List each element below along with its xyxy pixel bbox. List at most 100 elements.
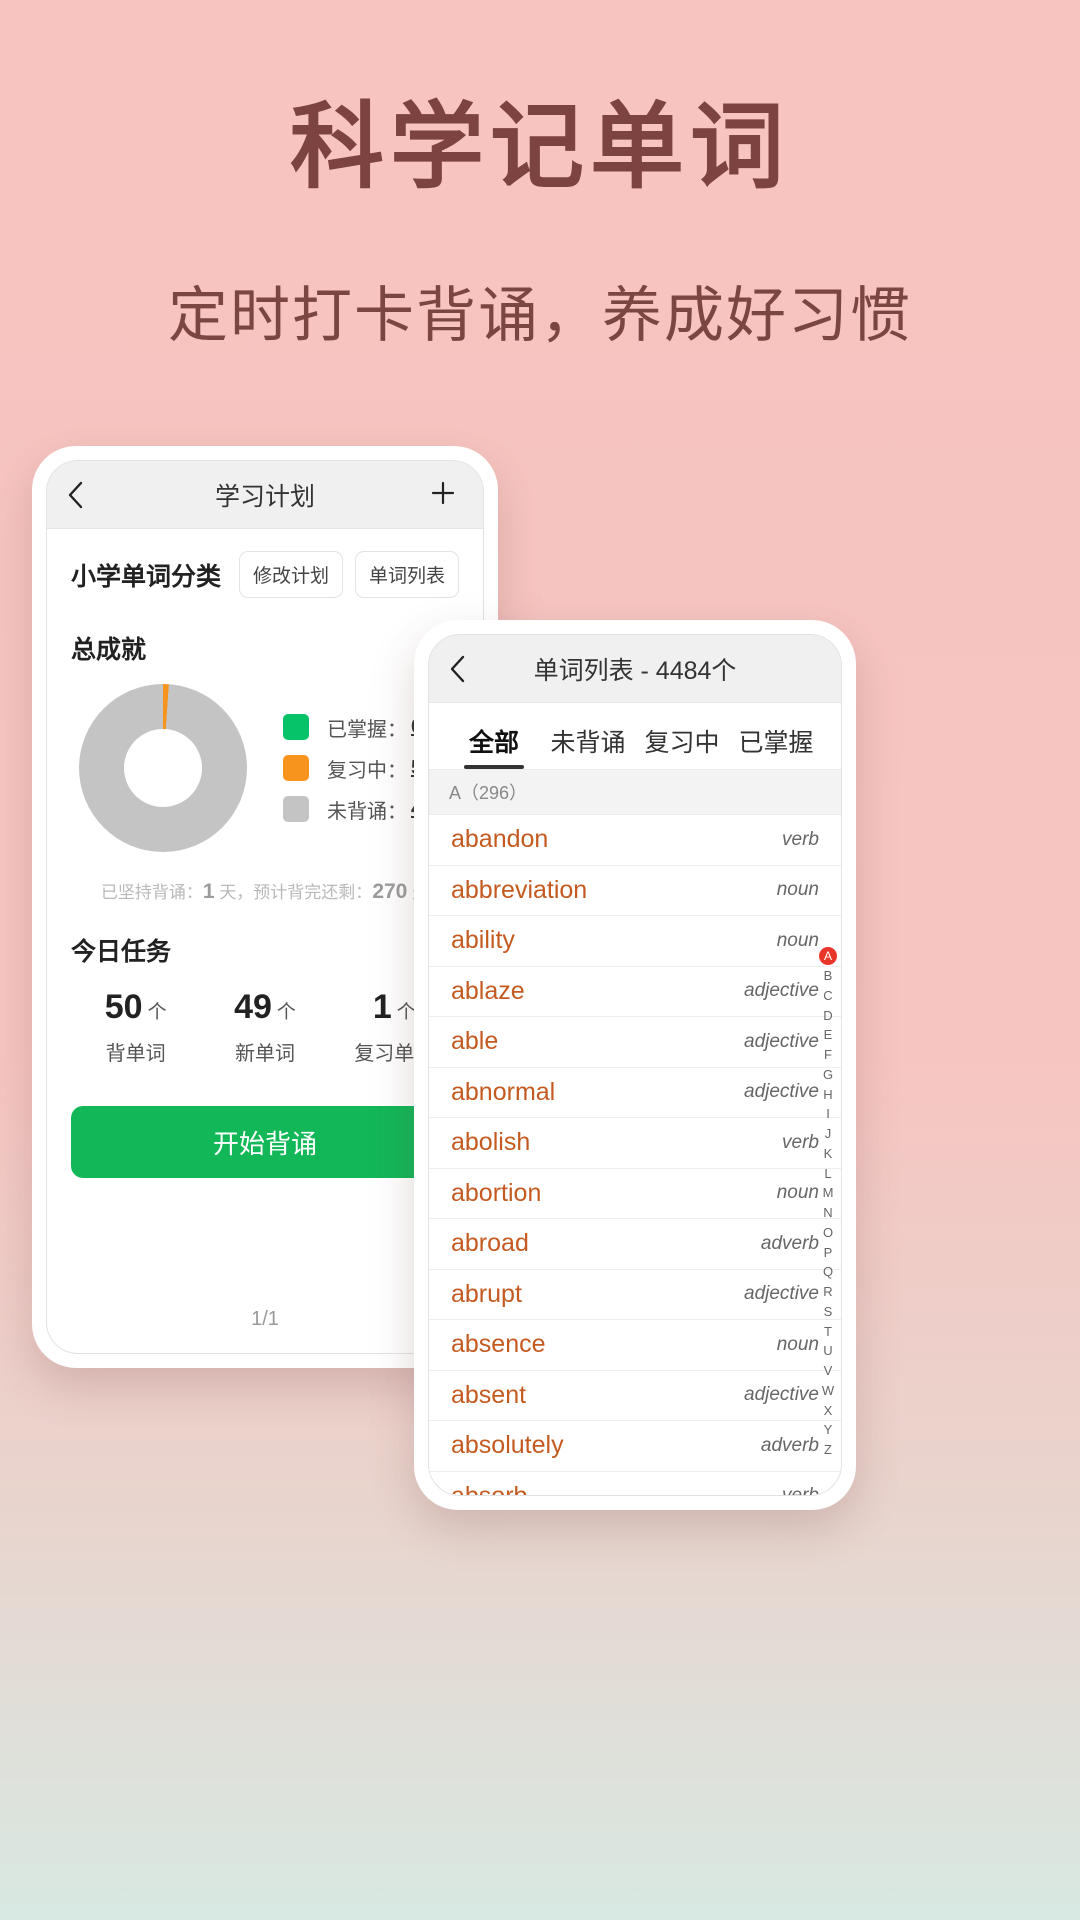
phone-mockup-word-list: 单词列表 - 4484个 全部 未背诵 复习中 已掌握 A（296） aband… bbox=[414, 620, 856, 1510]
index-letter-N[interactable]: N bbox=[823, 1203, 832, 1223]
phone-screen-word-list: 单词列表 - 4484个 全部 未背诵 复习中 已掌握 A（296） aband… bbox=[428, 634, 842, 1496]
index-letter-M[interactable]: M bbox=[823, 1183, 834, 1203]
index-letter-V[interactable]: V bbox=[824, 1361, 833, 1381]
index-letter-T[interactable]: T bbox=[824, 1322, 832, 1342]
word-text: abolish bbox=[451, 1128, 531, 1157]
wordlist-content: 全部 未背诵 复习中 已掌握 A（296） abandon verb abbrevi… bbox=[429, 703, 841, 1495]
index-letter-G[interactable]: G bbox=[823, 1065, 833, 1085]
today-num-1: 49 bbox=[234, 988, 272, 1026]
legend-swatch-reviewing bbox=[283, 755, 309, 781]
today-num-2: 1 bbox=[372, 988, 392, 1026]
word-text: abbreviation bbox=[451, 875, 588, 904]
word-row[interactable]: abortion noun bbox=[429, 1169, 841, 1219]
word-row[interactable]: able adjective bbox=[429, 1017, 841, 1068]
wordlist-nav-title: 单词列表 - 4484个 bbox=[533, 656, 737, 685]
word-row[interactable]: absent adjective bbox=[429, 1371, 841, 1421]
index-letter-X[interactable]: X bbox=[824, 1401, 833, 1421]
today-task-row: 50 个 背单词 49 个 新单词 1个 复习单词 bbox=[71, 988, 459, 1066]
plan-actions: 修改计划 单词列表 bbox=[238, 551, 459, 598]
word-part-of-speech: noun bbox=[776, 1182, 819, 1204]
tab-unlearned[interactable]: 未背诵 bbox=[541, 723, 635, 769]
word-row[interactable]: abolish verb bbox=[429, 1118, 841, 1169]
word-list: abandon verb abbreviation noun ability noun ab… bbox=[429, 815, 841, 1496]
achievement-title: 总成就 bbox=[71, 636, 147, 664]
index-letter-Z[interactable]: Z bbox=[824, 1440, 832, 1460]
word-text: absorb bbox=[451, 1481, 528, 1496]
index-letter-J[interactable]: J bbox=[825, 1124, 832, 1144]
index-letter-S[interactable]: S bbox=[824, 1302, 833, 1322]
index-letter-B[interactable]: B bbox=[824, 966, 833, 986]
wordlist-tabs: 全部 未背诵 复习中 已掌握 bbox=[429, 703, 841, 769]
word-row[interactable]: abandon verb bbox=[429, 815, 841, 866]
today-unit-1: 个 bbox=[276, 1002, 296, 1023]
achievement-donut-chart bbox=[79, 684, 247, 852]
word-part-of-speech: verb bbox=[782, 1485, 819, 1496]
index-letter-I[interactable]: I bbox=[826, 1104, 830, 1124]
index-letter-W[interactable]: W bbox=[822, 1381, 834, 1401]
back-button[interactable] bbox=[47, 461, 103, 529]
index-letter-U[interactable]: U bbox=[823, 1341, 832, 1361]
chevron-left-icon bbox=[448, 654, 466, 684]
index-letter-R[interactable]: R bbox=[823, 1282, 832, 1302]
alphabet-index-rail[interactable]: ABCDEFGHIJKLMNOPQRSTUVWXYZ bbox=[819, 947, 837, 1460]
word-text: absence bbox=[451, 1330, 546, 1359]
index-letter-Q[interactable]: Q bbox=[823, 1262, 833, 1282]
word-part-of-speech: noun bbox=[776, 879, 819, 901]
start-recite-button[interactable]: 开始背诵 bbox=[71, 1106, 459, 1178]
index-letter-C[interactable]: C bbox=[823, 986, 832, 1006]
index-letter-O[interactable]: O bbox=[823, 1223, 833, 1243]
legend-label-mastered: 已掌握： bbox=[327, 718, 407, 741]
wordlist-navbar: 单词列表 - 4484个 bbox=[429, 635, 841, 703]
index-letter-L[interactable]: L bbox=[824, 1164, 831, 1184]
page-title: 科学记单词 bbox=[289, 96, 790, 200]
word-row[interactable]: abnormal adjective bbox=[429, 1068, 841, 1118]
word-part-of-speech: noun bbox=[776, 1333, 819, 1355]
word-part-of-speech: adjective bbox=[744, 1384, 819, 1406]
index-letter-D[interactable]: D bbox=[823, 1006, 832, 1026]
add-plan-button[interactable] bbox=[419, 461, 467, 529]
word-text: absent bbox=[451, 1380, 527, 1409]
word-row[interactable]: absence noun bbox=[429, 1320, 841, 1371]
legend-swatch-unlearned bbox=[283, 796, 309, 822]
index-letter-P[interactable]: P bbox=[824, 1243, 833, 1263]
word-part-of-speech: adverb bbox=[760, 1232, 819, 1254]
index-letter-F[interactable]: F bbox=[824, 1045, 832, 1065]
tab-all[interactable]: 全部 bbox=[447, 723, 541, 769]
word-row[interactable]: ablaze adjective bbox=[429, 967, 841, 1017]
page-subtitle: 定时打卡背诵，养成好习惯 bbox=[168, 282, 912, 350]
index-letter-H[interactable]: H bbox=[823, 1085, 832, 1105]
today-task-title: 今日任务 bbox=[71, 938, 172, 966]
word-row[interactable]: ability noun bbox=[429, 916, 841, 967]
word-part-of-speech: adverb bbox=[760, 1434, 819, 1456]
today-unit-0: 个 bbox=[147, 1002, 167, 1023]
word-row[interactable]: absorb verb bbox=[429, 1472, 841, 1496]
index-letter-K[interactable]: K bbox=[824, 1144, 833, 1164]
today-cell-new-words: 49 个 新单词 bbox=[200, 988, 329, 1066]
streak-prefix: 已坚持背诵： bbox=[100, 883, 203, 902]
plan-nav-title: 学习计划 bbox=[214, 482, 315, 511]
back-button-wordlist[interactable] bbox=[429, 635, 485, 703]
index-letter-A[interactable]: A bbox=[819, 947, 837, 965]
index-letter-E[interactable]: E bbox=[824, 1025, 833, 1045]
tab-mastered[interactable]: 已掌握 bbox=[729, 723, 823, 769]
legend-label-unlearned: 未背诵： bbox=[327, 800, 407, 823]
word-part-of-speech: adjective bbox=[744, 980, 819, 1002]
edit-plan-button[interactable]: 修改计划 bbox=[238, 551, 343, 598]
word-part-of-speech: adjective bbox=[744, 1081, 819, 1103]
word-list-button[interactable]: 单词列表 bbox=[354, 551, 459, 598]
word-part-of-speech: adjective bbox=[744, 1283, 819, 1305]
today-label-0: 背单词 bbox=[105, 1043, 166, 1065]
word-row[interactable]: abroad adverb bbox=[429, 1219, 841, 1270]
today-label-1: 新单词 bbox=[234, 1043, 295, 1065]
word-text: abnormal bbox=[451, 1077, 556, 1106]
word-row[interactable]: abrupt adjective bbox=[429, 1270, 841, 1320]
index-letter-Y[interactable]: Y bbox=[824, 1420, 833, 1440]
word-text: ability bbox=[451, 926, 515, 955]
chevron-left-icon bbox=[66, 480, 84, 510]
today-num-0: 50 bbox=[104, 988, 143, 1026]
word-row[interactable]: absolutely adverb bbox=[429, 1421, 841, 1472]
word-part-of-speech: noun bbox=[776, 929, 819, 951]
word-row[interactable]: abbreviation noun bbox=[429, 866, 841, 916]
tab-reviewing[interactable]: 复习中 bbox=[635, 723, 729, 769]
plan-name: 小学单词分类 bbox=[71, 562, 222, 591]
